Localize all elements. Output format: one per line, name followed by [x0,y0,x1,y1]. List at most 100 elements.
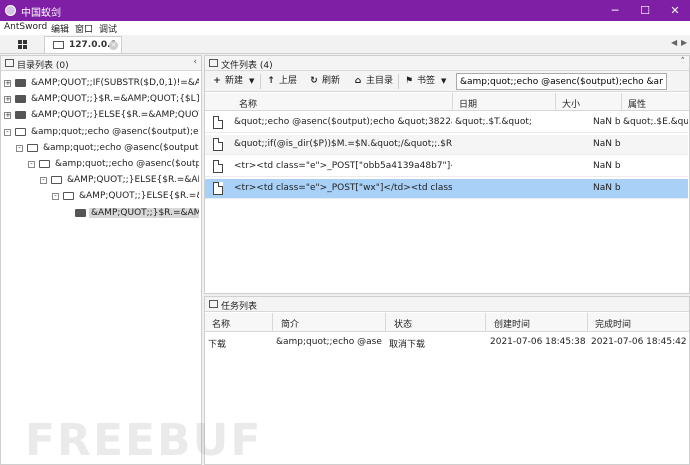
file-name: <tr><td class="e">_POST["wx"]</td><td cl… [234,183,452,193]
collapse-up-icon[interactable]: ˄ [681,57,686,67]
task-column-desc[interactable]: 简介 [281,317,299,330]
task-column-status[interactable]: 状态 [394,317,412,330]
tree-item[interactable]: - &amp;quot;;echo @asenc($output);echo [16,142,199,155]
file-size: NaN b [593,139,621,149]
file-name: &quot;;echo @asenc($output);echo &quot;3… [234,117,452,127]
collapse-icon[interactable]: - [16,144,23,152]
tab-scroll-left-icon[interactable]: ◀ [671,38,677,47]
tree-item[interactable]: - &AMP;QUOT;;}ELSE{$R.=&AMP;QUOT; [40,174,199,187]
tree-item[interactable]: &AMP;QUOT;;}$R.=&AMP;QUOT; [64,207,199,220]
folder-icon [15,79,26,87]
task-panel-title: 任务列表 [221,302,258,312]
folder-icon [63,192,74,201]
column-attr[interactable]: 属性 [628,97,646,110]
collapse-icon[interactable]: - [28,161,35,168]
home-button[interactable]: ⌂ 主目录 [353,74,393,89]
tree-item-label: &amp;quot;;echo @asenc($output);e [55,159,199,169]
file-size: NaN b [593,161,621,171]
task-panel-header: 任务列表 [205,297,689,312]
collapse-left-icon[interactable]: ‹ [193,57,197,67]
task-column-created[interactable]: 创建时间 [494,317,530,330]
collapse-icon[interactable]: - [52,193,59,201]
tab-scroll-right-icon[interactable]: ▶ [681,38,687,47]
tab-close-icon[interactable]: × [109,41,118,50]
folder-icon [27,143,38,152]
maximize-button[interactable]: ☐ [630,0,660,21]
tree-item-label: &amp;quot;;echo @asenc($output);echo &am… [31,126,199,137]
file-row[interactable]: <tr><td class="e">_POST["obb5a4139a48b7"… [205,157,688,177]
column-name[interactable]: 名称 [239,97,257,110]
new-label: 新建 [225,76,244,86]
bookmark-button[interactable]: ⚑ 书签 ▼ [404,74,446,89]
close-button[interactable]: ✕ [660,0,690,21]
tree-item[interactable]: + &AMP;QUOT;;IF(SUBSTR($D,0,1)!=&AMP;QUOT… [4,77,199,90]
tree-item-label: &AMP;QUOT;;}ELSE{$R.=&AMP;QUOT; [67,175,199,186]
task-finished: 2021-07-06 18:45:42 [591,337,687,347]
expand-icon[interactable]: + [4,96,11,104]
file-icon [213,160,223,173]
new-button[interactable]: + 新建 ▼ [212,74,254,89]
task-row[interactable]: 下载 &amp;quot;;echo @asenc($o 取消下载 2021-0… [205,333,689,351]
file-icon [213,138,223,151]
home-label: 主目录 [366,76,394,86]
file-row[interactable]: &quot;;if(@is_dir($P))$M.=$N.&quot;/&quo… [205,135,688,155]
folder-icon [15,111,26,120]
task-column-finished[interactable]: 完成时间 [595,317,631,330]
file-row[interactable]: <tr><td class="e">_POST["wx"]</td><td cl… [205,179,688,199]
folder-icon [39,160,50,168]
up-label: 上层 [279,76,298,86]
folder-icon [51,176,62,185]
folder-tree-icon [5,59,14,67]
file-panel-header: 文件列表 (4) ˄ [205,56,689,71]
refresh-icon: ↻ [310,76,318,86]
task-name: 下载 [208,340,227,350]
file-icon [213,182,223,195]
task-grid-header: 名称 简介 状态 创建时间 完成时间 [205,313,689,332]
file-row[interactable]: &quot;;echo @asenc($output);echo &quot;3… [205,113,688,133]
tree-item[interactable]: - &AMP;QUOT;;}ELSE{$R.=&AMP; [52,190,199,203]
tree-item-label: &amp;quot;;echo @asenc($output);echo [43,142,199,153]
tab-127-0-0-1[interactable]: 127.0.0.1 × [44,36,122,53]
up-button[interactable]: ↑ 上层 [266,74,297,89]
menu-window[interactable]: 窗口 [75,22,93,35]
path-input[interactable] [456,73,667,90]
grid-icon[interactable] [10,38,34,51]
expand-icon[interactable]: + [4,112,11,120]
menu-debug[interactable]: 调试 [99,22,117,35]
title-bar: 中国蚁剑 ─ ☐ ✕ [0,0,690,21]
bookmark-label: 书签 [417,76,436,86]
tree-item[interactable]: + &AMP;QUOT;;}$R.=&AMP;QUOT;{$L}: [4,93,199,106]
minimize-button[interactable]: ─ [600,0,630,21]
expand-icon[interactable]: + [4,80,11,87]
file-panel-title: 文件列表 (4) [221,61,273,71]
tree-item[interactable]: - &amp;quot;;echo @asenc($output);echo &a… [4,126,199,139]
collapse-icon[interactable]: - [40,177,47,185]
menu-bar: AntSword 编辑 窗口 调试 [0,21,690,35]
tree-item-label: &AMP;QUOT;;IF(SUBSTR($D,0,1)!=&AMP;QUOT; [31,78,199,88]
file-toolbar: + 新建 ▼ ↑ 上层 ↻ 刷新 ⌂ 主目录 ⚑ 书签 ▼ [205,71,689,92]
file-icon [213,116,223,129]
file-date: &quot;.$T.&quot; [455,117,532,127]
bookmark-icon: ⚑ [404,76,414,86]
column-date[interactable]: 日期 [459,97,477,110]
tree-item-label: &AMP;QUOT;;}ELSE{$R.=&AMP;QUOT; [31,110,199,121]
folder-icon [15,95,26,104]
chevron-down-icon: ▼ [249,77,255,85]
chevron-down-icon: ▼ [441,77,447,85]
refresh-label: 刷新 [322,76,341,86]
column-size[interactable]: 大小 [562,97,580,110]
tree-item[interactable]: + &AMP;QUOT;;}ELSE{$R.=&AMP;QUOT; [4,109,199,122]
file-list-icon [209,59,218,67]
tree-item[interactable]: - &amp;quot;;echo @asenc($output);e [28,158,199,171]
menu-edit[interactable]: 编辑 [51,22,69,35]
refresh-button[interactable]: ↻ 刷新 [309,74,340,89]
window-title: 中国蚁剑 [21,8,61,19]
watermark: FREEBUF [25,415,263,465]
task-column-name[interactable]: 名称 [212,317,230,330]
collapse-icon[interactable]: - [4,128,11,136]
file-size: NaN b [593,183,621,193]
task-created: 2021-07-06 18:45:38 [490,337,585,347]
file-name: &quot;;if(@is_dir($P))$M.=$N.&quot;/&quo… [234,139,452,149]
tree-item-label: &AMP;QUOT;;}ELSE{$R.=&AMP; [79,191,199,202]
menu-antsword[interactable]: AntSword [4,22,47,32]
